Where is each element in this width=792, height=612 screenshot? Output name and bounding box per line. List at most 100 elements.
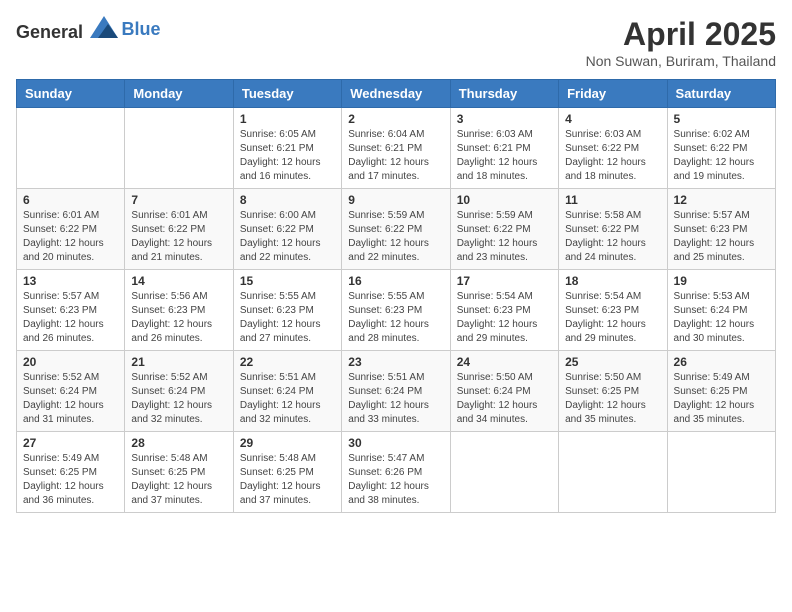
calendar-cell xyxy=(125,108,233,189)
day-number: 5 xyxy=(674,112,769,126)
day-info: Sunrise: 5:52 AM Sunset: 6:24 PM Dayligh… xyxy=(23,371,118,427)
day-info: Sunrise: 6:01 AM Sunset: 6:22 PM Dayligh… xyxy=(131,209,226,265)
day-number: 24 xyxy=(457,355,552,369)
day-info: Sunrise: 5:49 AM Sunset: 6:25 PM Dayligh… xyxy=(674,371,769,427)
day-info: Sunrise: 6:03 AM Sunset: 6:21 PM Dayligh… xyxy=(457,128,552,184)
calendar-cell: 10Sunrise: 5:59 AM Sunset: 6:22 PM Dayli… xyxy=(450,189,558,270)
day-info: Sunrise: 6:05 AM Sunset: 6:21 PM Dayligh… xyxy=(240,128,335,184)
day-number: 12 xyxy=(674,193,769,207)
day-number: 26 xyxy=(674,355,769,369)
calendar-cell: 27Sunrise: 5:49 AM Sunset: 6:25 PM Dayli… xyxy=(17,432,125,513)
day-info: Sunrise: 5:56 AM Sunset: 6:23 PM Dayligh… xyxy=(131,290,226,346)
day-info: Sunrise: 6:03 AM Sunset: 6:22 PM Dayligh… xyxy=(565,128,660,184)
calendar-cell: 20Sunrise: 5:52 AM Sunset: 6:24 PM Dayli… xyxy=(17,351,125,432)
day-number: 4 xyxy=(565,112,660,126)
logo-general: General xyxy=(16,22,83,42)
day-number: 3 xyxy=(457,112,552,126)
day-number: 17 xyxy=(457,274,552,288)
day-info: Sunrise: 5:50 AM Sunset: 6:25 PM Dayligh… xyxy=(565,371,660,427)
calendar-cell: 11 Sunrise: 5:58 AM Sunset: 6:22 PM Dayli… xyxy=(559,189,667,270)
day-number: 18 xyxy=(565,274,660,288)
calendar-cell: 18Sunrise: 5:54 AM Sunset: 6:23 PM Dayli… xyxy=(559,270,667,351)
day-number: 19 xyxy=(674,274,769,288)
calendar-title: April 2025 xyxy=(586,16,776,53)
day-number: 22 xyxy=(240,355,335,369)
calendar-cell: 28 Sunrise: 5:48 AM Sunset: 6:25 PM Dayli… xyxy=(125,432,233,513)
day-info: Sunrise: 6:04 AM Sunset: 6:21 PM Dayligh… xyxy=(348,128,443,184)
calendar-cell: 21 Sunrise: 5:52 AM Sunset: 6:24 PM Dayli… xyxy=(125,351,233,432)
weekday-header-thursday: Thursday xyxy=(450,80,558,108)
day-info: Sunrise: 5:59 AM Sunset: 6:22 PM Dayligh… xyxy=(348,209,443,265)
weekday-header-monday: Monday xyxy=(125,80,233,108)
day-info: Sunrise: 5:52 AM Sunset: 6:24 PM Dayligh… xyxy=(131,371,226,427)
calendar-week-row: 6Sunrise: 6:01 AM Sunset: 6:22 PM Daylig… xyxy=(17,189,776,270)
day-info: Sunrise: 6:01 AM Sunset: 6:22 PM Dayligh… xyxy=(23,209,118,265)
day-number: 28 xyxy=(131,436,226,450)
weekday-header-wednesday: Wednesday xyxy=(342,80,450,108)
logo-blue: Blue xyxy=(122,19,161,39)
calendar-week-row: 27Sunrise: 5:49 AM Sunset: 6:25 PM Dayli… xyxy=(17,432,776,513)
calendar-cell: 19 Sunrise: 5:53 AM Sunset: 6:24 PM Dayli… xyxy=(667,270,775,351)
calendar-cell: 8 Sunrise: 6:00 AM Sunset: 6:22 PM Daylig… xyxy=(233,189,341,270)
day-number: 2 xyxy=(348,112,443,126)
day-info: Sunrise: 5:59 AM Sunset: 6:22 PM Dayligh… xyxy=(457,209,552,265)
calendar-cell: 17 Sunrise: 5:54 AM Sunset: 6:23 PM Dayli… xyxy=(450,270,558,351)
title-area: April 2025 Non Suwan, Buriram, Thailand xyxy=(586,16,776,69)
logo: General Blue xyxy=(16,16,161,43)
calendar-cell xyxy=(559,432,667,513)
day-info: Sunrise: 5:48 AM Sunset: 6:25 PM Dayligh… xyxy=(131,452,226,508)
day-number: 21 xyxy=(131,355,226,369)
calendar-cell: 24 Sunrise: 5:50 AM Sunset: 6:24 PM Dayli… xyxy=(450,351,558,432)
calendar-cell: 12 Sunrise: 5:57 AM Sunset: 6:23 PM Dayli… xyxy=(667,189,775,270)
calendar-cell xyxy=(450,432,558,513)
day-number: 15 xyxy=(240,274,335,288)
calendar-subtitle: Non Suwan, Buriram, Thailand xyxy=(586,53,776,69)
day-number: 7 xyxy=(131,193,226,207)
day-info: Sunrise: 5:50 AM Sunset: 6:24 PM Dayligh… xyxy=(457,371,552,427)
weekday-header-row: SundayMondayTuesdayWednesdayThursdayFrid… xyxy=(17,80,776,108)
calendar-cell: 22Sunrise: 5:51 AM Sunset: 6:24 PM Dayli… xyxy=(233,351,341,432)
day-number: 9 xyxy=(348,193,443,207)
calendar-cell: 7 Sunrise: 6:01 AM Sunset: 6:22 PM Daylig… xyxy=(125,189,233,270)
calendar-cell: 15 Sunrise: 5:55 AM Sunset: 6:23 PM Dayli… xyxy=(233,270,341,351)
day-number: 27 xyxy=(23,436,118,450)
calendar-cell: 26 Sunrise: 5:49 AM Sunset: 6:25 PM Dayli… xyxy=(667,351,775,432)
calendar-cell: 29Sunrise: 5:48 AM Sunset: 6:25 PM Dayli… xyxy=(233,432,341,513)
page-header: General Blue April 2025 Non Suwan, Burir… xyxy=(16,16,776,69)
day-info: Sunrise: 5:47 AM Sunset: 6:26 PM Dayligh… xyxy=(348,452,443,508)
day-info: Sunrise: 6:00 AM Sunset: 6:22 PM Dayligh… xyxy=(240,209,335,265)
day-info: Sunrise: 5:57 AM Sunset: 6:23 PM Dayligh… xyxy=(674,209,769,265)
day-number: 13 xyxy=(23,274,118,288)
day-info: Sunrise: 5:51 AM Sunset: 6:24 PM Dayligh… xyxy=(348,371,443,427)
calendar-week-row: 13 Sunrise: 5:57 AM Sunset: 6:23 PM Dayli… xyxy=(17,270,776,351)
calendar-cell: 13 Sunrise: 5:57 AM Sunset: 6:23 PM Dayli… xyxy=(17,270,125,351)
day-info: Sunrise: 5:58 AM Sunset: 6:22 PM Dayligh… xyxy=(565,209,660,265)
day-info: Sunrise: 5:55 AM Sunset: 6:23 PM Dayligh… xyxy=(348,290,443,346)
day-info: Sunrise: 5:53 AM Sunset: 6:24 PM Dayligh… xyxy=(674,290,769,346)
day-number: 8 xyxy=(240,193,335,207)
weekday-header-saturday: Saturday xyxy=(667,80,775,108)
calendar-cell: 30 Sunrise: 5:47 AM Sunset: 6:26 PM Dayli… xyxy=(342,432,450,513)
day-number: 30 xyxy=(348,436,443,450)
calendar-cell: 4 Sunrise: 6:03 AM Sunset: 6:22 PM Daylig… xyxy=(559,108,667,189)
day-number: 25 xyxy=(565,355,660,369)
day-number: 1 xyxy=(240,112,335,126)
calendar-table: SundayMondayTuesdayWednesdayThursdayFrid… xyxy=(16,79,776,513)
weekday-header-friday: Friday xyxy=(559,80,667,108)
weekday-header-tuesday: Tuesday xyxy=(233,80,341,108)
day-info: Sunrise: 5:55 AM Sunset: 6:23 PM Dayligh… xyxy=(240,290,335,346)
day-info: Sunrise: 5:48 AM Sunset: 6:25 PM Dayligh… xyxy=(240,452,335,508)
calendar-cell: 25 Sunrise: 5:50 AM Sunset: 6:25 PM Dayli… xyxy=(559,351,667,432)
day-info: Sunrise: 5:57 AM Sunset: 6:23 PM Dayligh… xyxy=(23,290,118,346)
calendar-cell: 9 Sunrise: 5:59 AM Sunset: 6:22 PM Daylig… xyxy=(342,189,450,270)
calendar-cell: 6Sunrise: 6:01 AM Sunset: 6:22 PM Daylig… xyxy=(17,189,125,270)
day-info: Sunrise: 5:54 AM Sunset: 6:23 PM Dayligh… xyxy=(457,290,552,346)
calendar-week-row: 1 Sunrise: 6:05 AM Sunset: 6:21 PM Daylig… xyxy=(17,108,776,189)
weekday-header-sunday: Sunday xyxy=(17,80,125,108)
day-number: 11 xyxy=(565,193,660,207)
calendar-cell: 16Sunrise: 5:55 AM Sunset: 6:23 PM Dayli… xyxy=(342,270,450,351)
calendar-cell: 1 Sunrise: 6:05 AM Sunset: 6:21 PM Daylig… xyxy=(233,108,341,189)
calendar-cell: 14Sunrise: 5:56 AM Sunset: 6:23 PM Dayli… xyxy=(125,270,233,351)
calendar-cell: 2 Sunrise: 6:04 AM Sunset: 6:21 PM Daylig… xyxy=(342,108,450,189)
calendar-cell: 5Sunrise: 6:02 AM Sunset: 6:22 PM Daylig… xyxy=(667,108,775,189)
